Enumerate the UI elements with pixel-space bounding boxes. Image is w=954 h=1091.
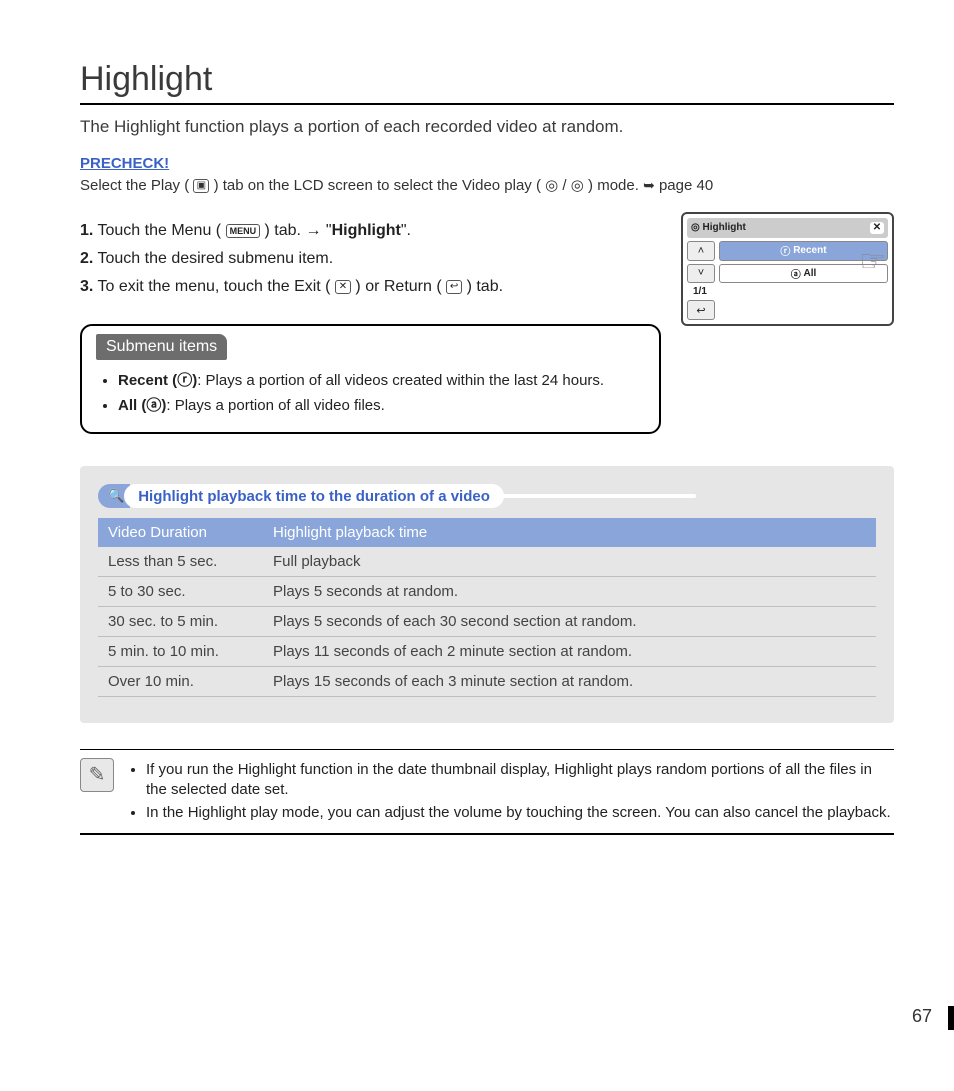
submenu-heading: Submenu items	[96, 334, 227, 360]
table-row: Over 10 min.Plays 15 seconds of each 3 m…	[98, 667, 876, 697]
t: Recent (	[118, 372, 177, 389]
step-1: 1. Touch the Menu ( MENU ) tab. → "Highl…	[80, 222, 661, 240]
t: : Plays a portion of all video files.	[166, 397, 384, 414]
t: Select the Play (	[80, 177, 189, 194]
table-row: 30 sec. to 5 min.Plays 5 seconds of each…	[98, 607, 876, 637]
precheck-label: PRECHECK!	[80, 155, 894, 172]
intro-text: The Highlight function plays a portion o…	[80, 117, 894, 137]
note-2: In the Highlight play mode, you can adju…	[146, 803, 894, 823]
t: ) tab.	[467, 278, 503, 295]
t: Touch the Menu (	[98, 222, 222, 239]
t: : Plays a portion of all videos created …	[197, 372, 604, 389]
arrow-icon: ➥	[643, 177, 655, 193]
menu-tab-icon: MENU	[226, 224, 261, 238]
th-duration: Video Duration	[98, 518, 263, 547]
table-caption: Highlight playback time to the duration …	[124, 484, 504, 508]
device-close-icon[interactable]: ✕	[870, 222, 884, 234]
play-tab-icon: ▣	[193, 179, 209, 193]
exit-tab-icon: ✕	[335, 280, 351, 294]
t: ".	[401, 222, 411, 239]
submenu-item-recent: Recent (ⓡ): Plays a portion of all video…	[118, 370, 643, 391]
page-ref: page 40	[659, 177, 713, 194]
device-page-indicator: 1/1	[687, 286, 888, 297]
device-down-button[interactable]: ˅	[687, 264, 715, 284]
table-panel: 🔍 Highlight playback time to the duratio…	[80, 466, 894, 723]
page-title: Highlight	[80, 60, 894, 105]
video-play-icon-a: ◎	[545, 177, 558, 194]
notes-section: ✎ If you run the Highlight function in t…	[80, 749, 894, 835]
t: ) mode.	[588, 177, 643, 194]
recent-small-icon: ⓡ	[177, 372, 192, 389]
t: /	[562, 177, 566, 194]
device-title: ◎ Highlight	[691, 222, 746, 233]
highlight-table: Video Duration Highlight playback time L…	[98, 518, 876, 697]
note-1: If you run the Highlight function in the…	[146, 760, 894, 801]
device-up-button[interactable]: ˄	[687, 241, 715, 261]
page-number-bar	[948, 1006, 954, 1030]
t: To exit the menu, touch the Exit (	[98, 278, 331, 295]
video-play-icon-b: ◎	[571, 177, 584, 194]
t: ) tab on the LCD screen to select the Vi…	[214, 177, 541, 194]
page-number: 67	[912, 1006, 932, 1027]
note-icon: ✎	[80, 758, 114, 792]
highlight-word: Highlight	[332, 222, 401, 239]
device-recent-item[interactable]: ⓡ Recent	[719, 241, 888, 261]
submenu-item-all: All (ⓐ): Plays a portion of all video fi…	[118, 395, 643, 416]
all-icon: ⓐ	[791, 266, 801, 281]
th-time: Highlight playback time	[263, 518, 876, 547]
precheck-text: Select the Play ( ▣ ) tab on the LCD scr…	[80, 176, 894, 194]
step-3: 3. To exit the menu, touch the Exit ( ✕ …	[80, 278, 661, 296]
step-2: 2. Touch the desired submenu item.	[80, 250, 661, 268]
submenu-box: Submenu items Recent (ⓡ): Plays a portio…	[80, 324, 661, 434]
device-preview: ◎ Highlight ✕ ˄ ⓡ Recent ˅ ⓐ All 1/1 ↩ ☞	[681, 212, 894, 326]
t: ) tab. → "	[265, 222, 332, 239]
recent-icon: ⓡ	[780, 243, 790, 258]
device-back-button[interactable]: ↩	[687, 300, 715, 320]
t: All (	[118, 397, 146, 414]
table-row: 5 to 30 sec.Plays 5 seconds at random.	[98, 577, 876, 607]
return-tab-icon: ↩	[446, 280, 462, 294]
table-row: Less than 5 sec.Full playback	[98, 547, 876, 577]
t: ) or Return (	[355, 278, 441, 295]
t: Touch the desired submenu item.	[98, 250, 334, 267]
table-row: 5 min. to 10 min.Plays 11 seconds of eac…	[98, 637, 876, 667]
all-small-icon: ⓐ	[146, 397, 161, 414]
pill-tail	[496, 494, 696, 498]
device-all-item[interactable]: ⓐ All	[719, 264, 888, 284]
